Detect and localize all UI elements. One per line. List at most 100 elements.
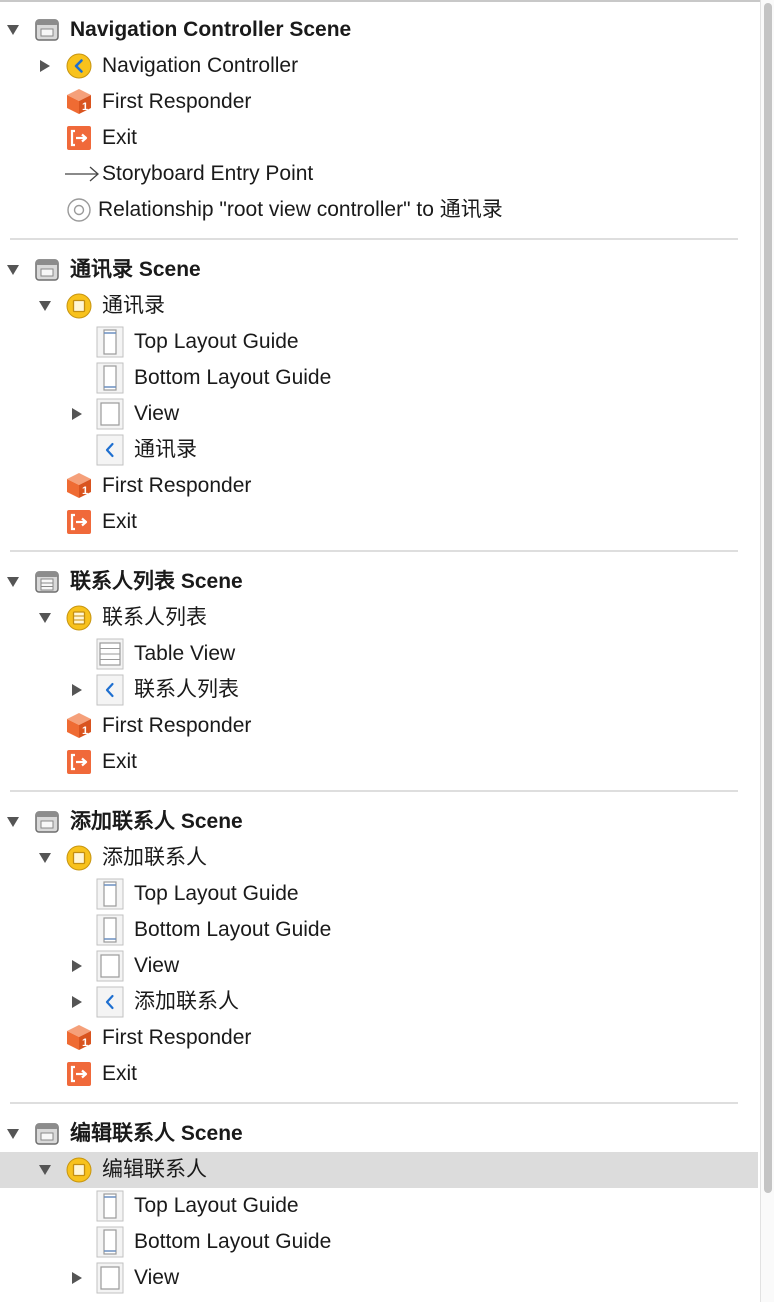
row-label: Navigation Controller Scene [70, 18, 352, 41]
scene-header-scene[interactable]: 添加联系人 Scene [0, 804, 758, 840]
scene-icon [34, 1121, 60, 1147]
scene-header-scene[interactable]: 通讯录 Scene [0, 252, 758, 288]
outline-row-first-responder[interactable]: 1 First Responder [0, 84, 758, 120]
view-controller-icon [66, 1157, 92, 1183]
outline-row-first-responder[interactable]: 1 First Responder [0, 1020, 758, 1056]
outline-row-item-24[interactable]: 添加联系人 [0, 840, 758, 876]
bottom-layout-guide-icon [96, 362, 124, 394]
first-responder-icon: 1 [65, 471, 91, 498]
scene-icon [34, 257, 60, 283]
outline-row-relationship-root-view-controller-to[interactable]: Relationship "root view controller" to 通… [0, 192, 758, 228]
svg-text:1: 1 [82, 1037, 88, 1049]
table-view-icon [96, 638, 124, 670]
row-label: 通讯录 [102, 294, 165, 317]
outline-row-exit[interactable]: Exit [0, 504, 758, 540]
row-label: 联系人列表 [134, 678, 239, 701]
outline-row-top-layout-guide[interactable]: Top Layout Guide [0, 1188, 758, 1224]
row-label: Exit [102, 750, 138, 773]
row-label: First Responder [102, 90, 252, 113]
row-label: Top Layout Guide [134, 1194, 299, 1217]
row-label: 通讯录 Scene [70, 258, 201, 281]
outline-row-exit[interactable]: Exit [0, 744, 758, 780]
scene-separator [10, 1102, 738, 1104]
scrollbar-thumb[interactable] [764, 3, 772, 1193]
outline-row-item-28[interactable]: 添加联系人 [0, 984, 758, 1020]
outline-row-exit[interactable]: Exit [0, 1056, 758, 1092]
row-label: 联系人列表 [102, 606, 207, 629]
row-label: Exit [102, 510, 138, 533]
row-label: 编辑联系人 [102, 1158, 207, 1181]
disclosure-collapsed-icon[interactable] [70, 407, 84, 421]
outline-row-item-19[interactable]: 联系人列表 [0, 672, 758, 708]
outline-row-bottom-layout-guide[interactable]: Bottom Layout Guide [0, 360, 758, 396]
disclosure-collapsed-icon[interactable] [70, 959, 84, 973]
outline-row-storyboard-entry-point[interactable]: Storyboard Entry Point [0, 156, 758, 192]
first-responder-icon: 1 [65, 1023, 91, 1050]
scene-separator [10, 790, 738, 792]
document-outline: Navigation Controller Scene Navigation Co… [0, 0, 760, 1302]
row-label: 添加联系人 [134, 990, 239, 1013]
disclosure-expanded-icon[interactable] [38, 611, 52, 625]
relationship-icon [66, 197, 92, 223]
disclosure-expanded-icon[interactable] [38, 851, 52, 865]
view-icon [96, 1262, 124, 1294]
row-label: 添加联系人 Scene [70, 810, 243, 833]
outline-row-item-12[interactable]: 通讯录 [0, 432, 758, 468]
view-icon [96, 950, 124, 982]
disclosure-collapsed-icon[interactable] [38, 59, 52, 73]
row-label: Bottom Layout Guide [134, 1230, 332, 1253]
table-scene-icon [34, 569, 60, 595]
disclosure-expanded-icon[interactable] [38, 1163, 52, 1177]
bottom-layout-guide-icon [96, 1226, 124, 1258]
outline-row-bottom-layout-guide[interactable]: Bottom Layout Guide [0, 1224, 758, 1260]
navigation-item-icon [96, 674, 124, 706]
outline-row-bottom-layout-guide[interactable]: Bottom Layout Guide [0, 912, 758, 948]
outline-row-top-layout-guide[interactable]: Top Layout Guide [0, 876, 758, 912]
scene-icon [34, 809, 60, 835]
row-label: First Responder [102, 1026, 252, 1049]
exit-icon [66, 749, 92, 775]
navigation-item-icon [96, 434, 124, 466]
outline-row-exit[interactable]: Exit [0, 120, 758, 156]
disclosure-expanded-icon[interactable] [6, 263, 20, 277]
outline-row-first-responder[interactable]: 1 First Responder [0, 708, 758, 744]
row-label: Relationship "root view controller" to 通… [98, 198, 503, 221]
outline-row-table-view[interactable]: Table View [0, 636, 758, 672]
outline-row-top-layout-guide[interactable]: Top Layout Guide [0, 324, 758, 360]
disclosure-expanded-icon[interactable] [6, 23, 20, 37]
disclosure-expanded-icon[interactable] [6, 815, 20, 829]
outline-row-item-8[interactable]: 通讯录 [0, 288, 758, 324]
outline-row-view[interactable]: View [0, 948, 758, 984]
scene-separator [10, 238, 738, 240]
svg-text:1: 1 [82, 725, 88, 737]
scene-separator [10, 550, 738, 552]
disclosure-expanded-icon[interactable] [6, 1127, 20, 1141]
row-label: View [134, 402, 180, 425]
disclosure-collapsed-icon[interactable] [70, 995, 84, 1009]
scene-header-navigation-controller-scene[interactable]: Navigation Controller Scene [0, 12, 758, 48]
row-label: Navigation Controller [102, 54, 299, 77]
outline-row-view[interactable]: View [0, 1260, 758, 1296]
exit-icon [66, 509, 92, 535]
scene-header-scene[interactable]: 编辑联系人 Scene [0, 1116, 758, 1152]
view-icon [96, 398, 124, 430]
outline-row-first-responder[interactable]: 1 First Responder [0, 468, 758, 504]
disclosure-collapsed-icon[interactable] [70, 1271, 84, 1285]
scene-header-scene[interactable]: 联系人列表 Scene [0, 564, 758, 600]
disclosure-expanded-icon[interactable] [6, 575, 20, 589]
row-label: 通讯录 [134, 438, 197, 461]
outline-row-item-17[interactable]: 联系人列表 [0, 600, 758, 636]
outline-row-view[interactable]: View [0, 396, 758, 432]
row-label: Top Layout Guide [134, 882, 299, 905]
outline-row-item-33[interactable]: 编辑联系人 [0, 1152, 758, 1188]
scene-icon [34, 17, 60, 43]
view-controller-icon [66, 845, 92, 871]
row-label: Bottom Layout Guide [134, 918, 332, 941]
top-layout-guide-icon [96, 326, 124, 358]
first-responder-icon: 1 [65, 87, 91, 114]
disclosure-expanded-icon[interactable] [38, 299, 52, 313]
row-label: View [134, 1266, 180, 1289]
disclosure-collapsed-icon[interactable] [70, 683, 84, 697]
row-label: First Responder [102, 474, 252, 497]
outline-row-navigation-controller[interactable]: Navigation Controller [0, 48, 758, 84]
